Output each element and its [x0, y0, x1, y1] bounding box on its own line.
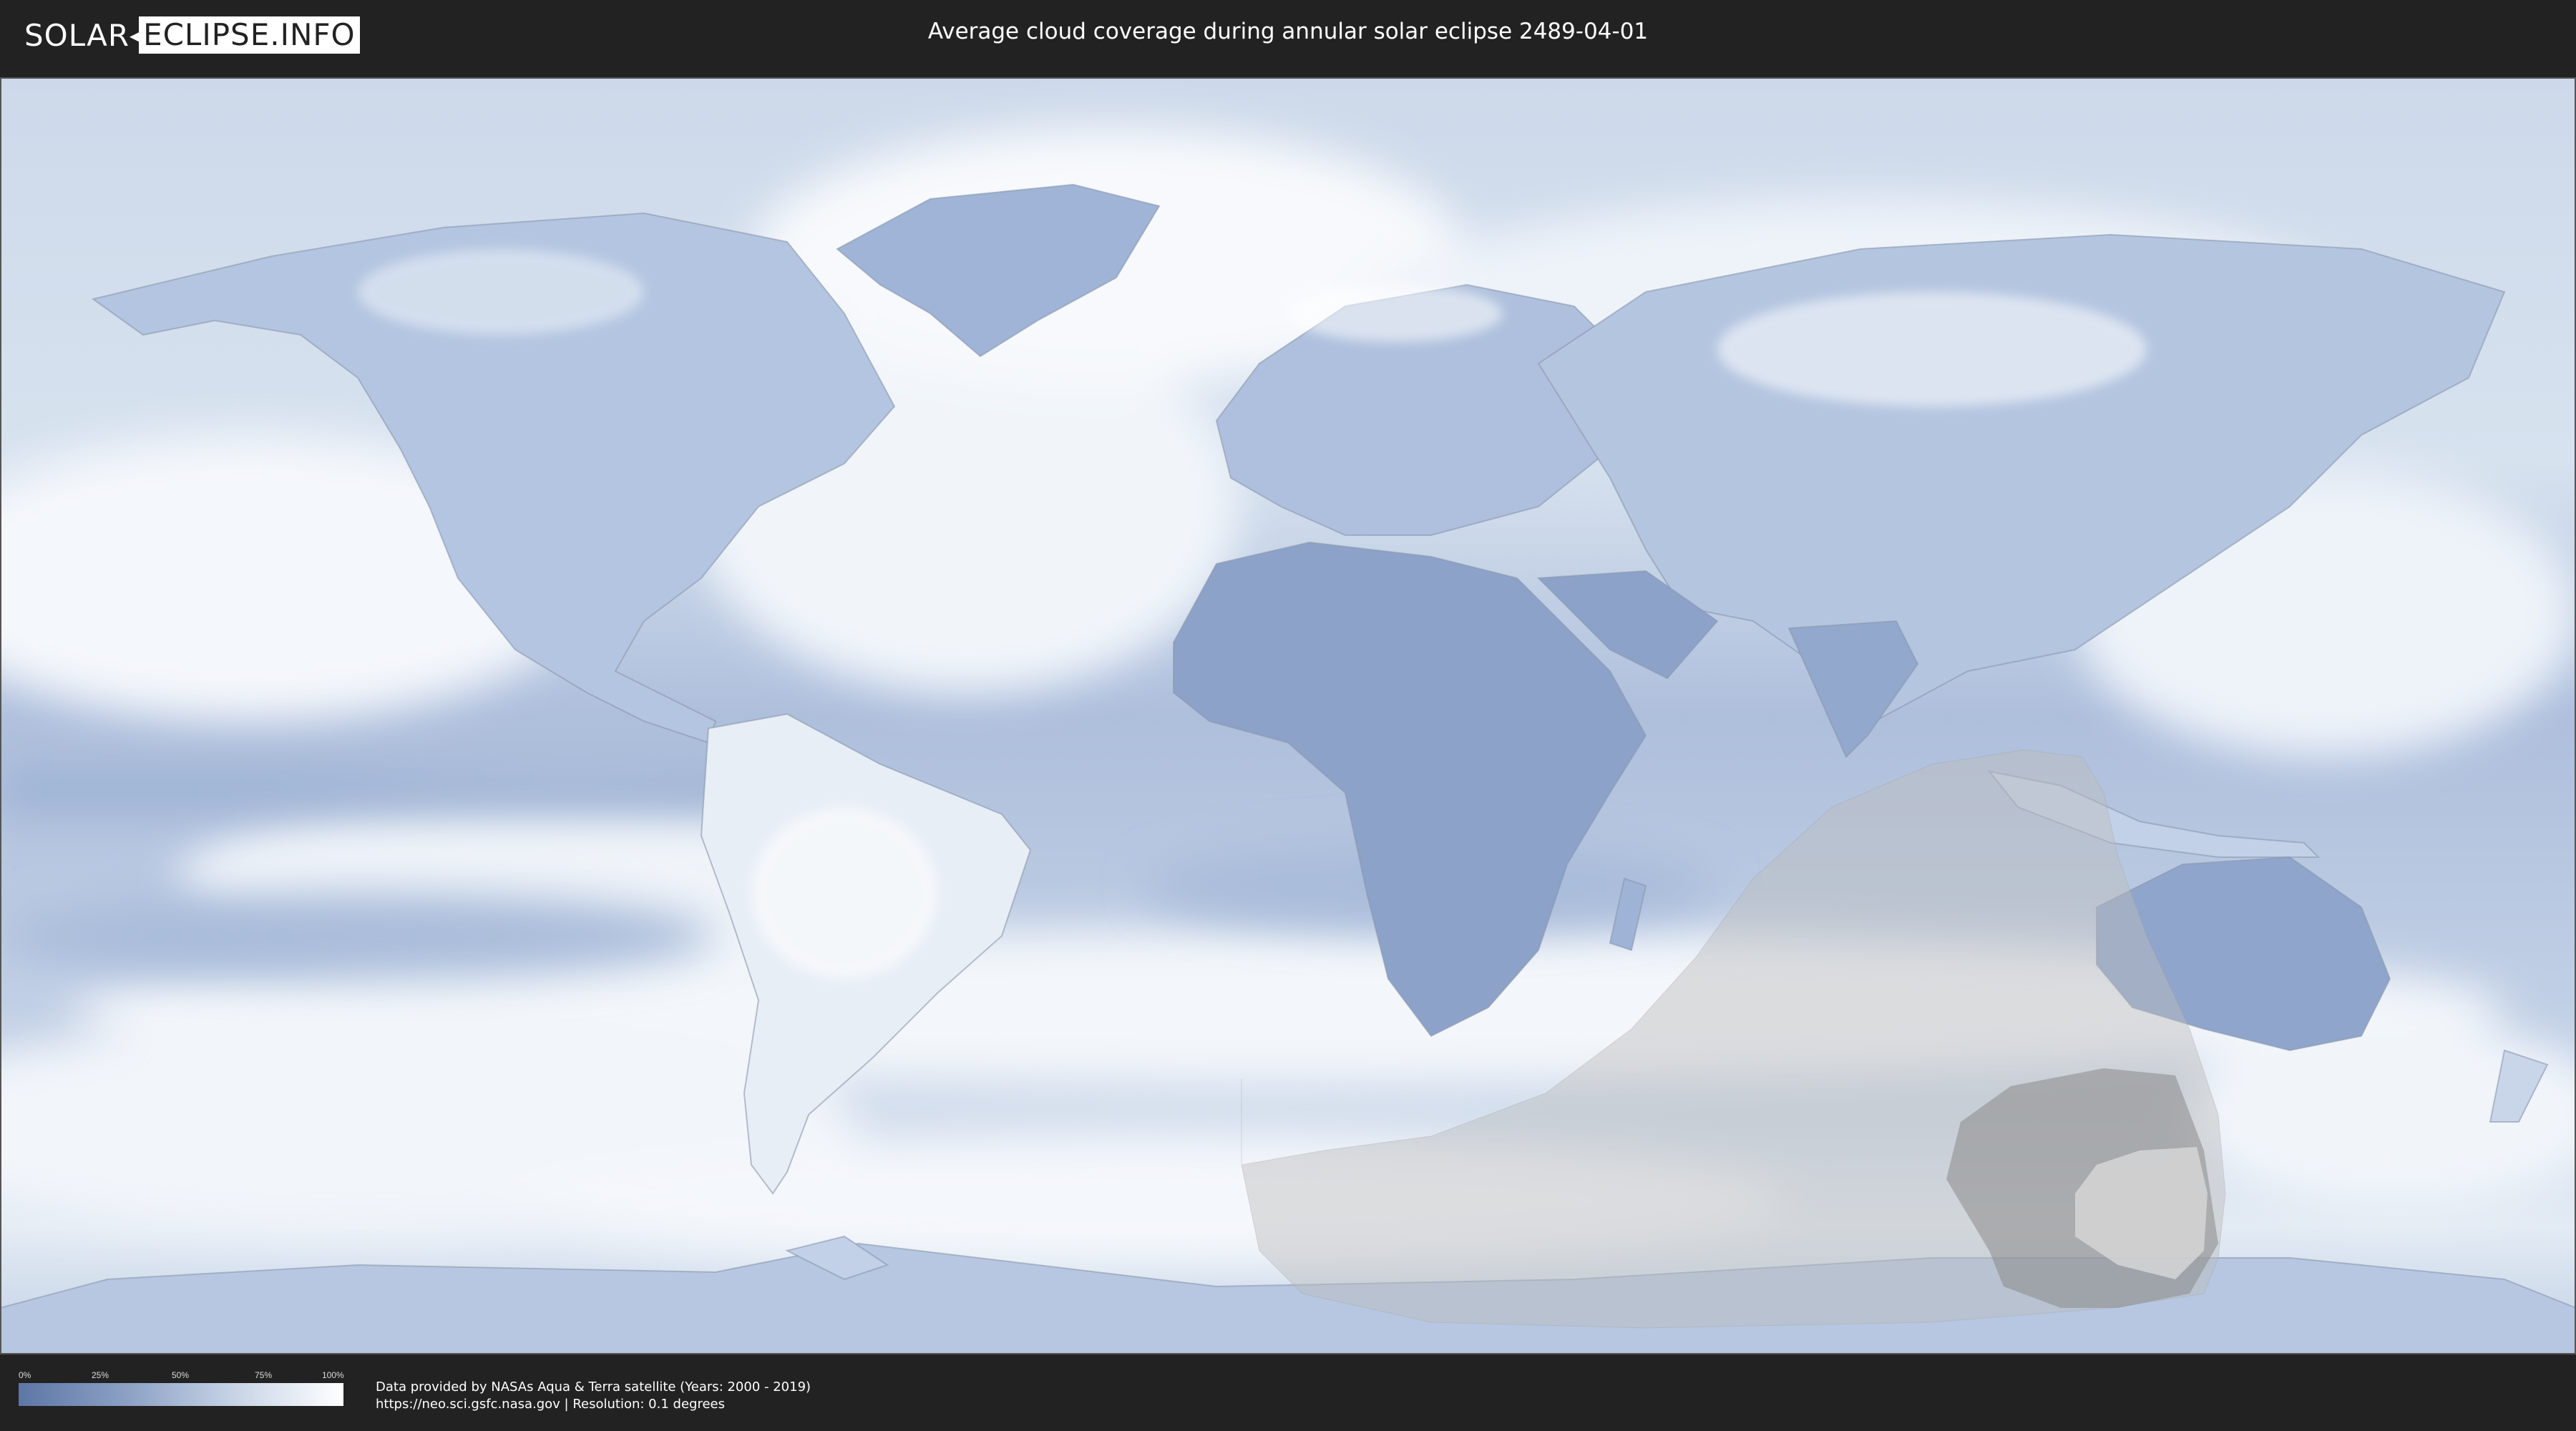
cloud-coverage-legend: 0% 25% 50% 75% 100% — [19, 1370, 344, 1406]
data-credits: Data provided by NASAs Aqua & Terra sate… — [376, 1379, 811, 1413]
legend-tick-100: 100% — [322, 1370, 344, 1380]
legend-tick-25: 25% — [92, 1370, 109, 1380]
legend-tick-50: 50% — [172, 1370, 190, 1380]
credit-line-url[interactable]: https://neo.sci.gsfc.nasa.gov | Resoluti… — [376, 1396, 811, 1413]
site-logo[interactable]: SOLAR ◂ ECLIPSE.INFO — [24, 16, 360, 54]
world-map-svg — [0, 77, 2576, 1354]
legend-ticks: 0% 25% 50% 75% 100% — [19, 1370, 344, 1382]
page: SOLAR ◂ ECLIPSE.INFO Average cloud cover… — [0, 0, 2576, 1431]
header: SOLAR ◂ ECLIPSE.INFO Average cloud cover… — [0, 0, 2576, 72]
footer: 0% 25% 50% 75% 100% Data provided by NAS… — [0, 1354, 2576, 1431]
legend-tick-0: 0% — [19, 1370, 31, 1380]
logo-text-info: ECLIPSE.INFO — [139, 16, 360, 54]
logo-text-solar: SOLAR — [24, 17, 130, 53]
legend-tick-75: 75% — [255, 1370, 273, 1380]
page-title: Average cloud coverage during annular so… — [927, 19, 1649, 44]
legend-color-bar — [19, 1383, 343, 1406]
cloud-coverage-map[interactable] — [0, 77, 2576, 1354]
credit-line-source: Data provided by NASAs Aqua & Terra sate… — [376, 1379, 811, 1395]
